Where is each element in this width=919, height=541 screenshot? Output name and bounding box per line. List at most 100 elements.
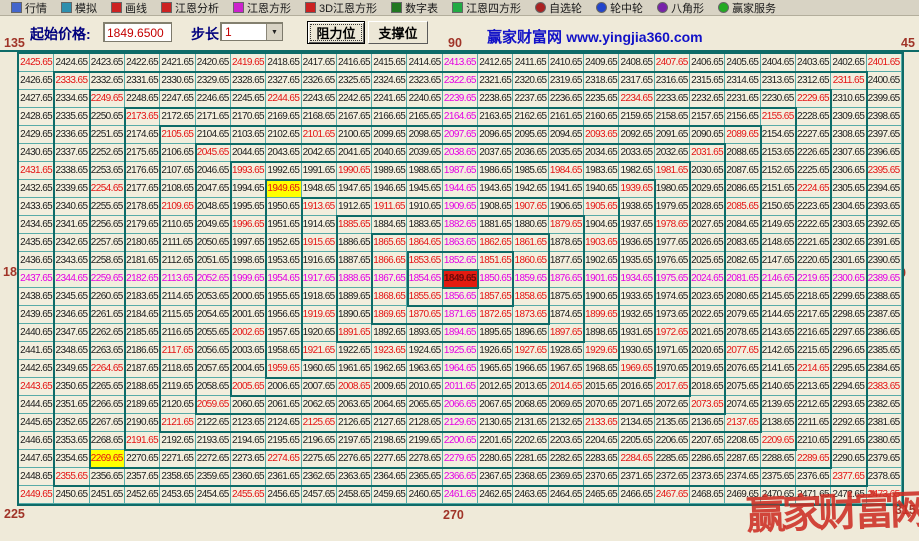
grid-cell[interactable]: 1916.65 bbox=[302, 252, 337, 270]
grid-cell[interactable]: 2016.65 bbox=[619, 378, 654, 396]
grid-cell[interactable]: 2187.65 bbox=[125, 360, 160, 378]
grid-cell[interactable]: 2366.65 bbox=[443, 468, 478, 486]
grid-cell[interactable]: 2332.65 bbox=[90, 72, 125, 90]
grid-cell[interactable]: 2105.65 bbox=[160, 126, 195, 144]
grid-cell[interactable]: 2009.65 bbox=[372, 378, 407, 396]
grid-cell[interactable]: 1856.65 bbox=[443, 288, 478, 306]
grid-cell[interactable]: 1985.65 bbox=[513, 162, 548, 180]
grid-cell[interactable]: 2307.65 bbox=[831, 144, 866, 162]
highlighted-price-cell[interactable]: 1949.65 bbox=[266, 180, 301, 198]
grid-cell[interactable]: 2028.65 bbox=[690, 198, 725, 216]
grid-cell[interactable]: 1940.65 bbox=[584, 180, 619, 198]
grid-cell[interactable]: 2454.65 bbox=[196, 486, 231, 504]
grid-cell[interactable]: 2165.65 bbox=[407, 108, 442, 126]
grid-cell[interactable]: 2246.65 bbox=[196, 90, 231, 108]
grid-cell[interactable]: 1956.65 bbox=[266, 306, 301, 324]
grid-cell[interactable]: 2304.65 bbox=[831, 198, 866, 216]
grid-cell[interactable]: 2391.65 bbox=[867, 234, 902, 252]
grid-cell[interactable]: 2279.65 bbox=[443, 450, 478, 468]
grid-cell[interactable]: 2130.65 bbox=[478, 414, 513, 432]
gann-center-cell[interactable]: 1849.65 bbox=[443, 270, 478, 288]
grid-cell[interactable]: 2458.65 bbox=[337, 486, 372, 504]
grid-cell[interactable]: 2164.65 bbox=[443, 108, 478, 126]
grid-cell[interactable]: 2339.65 bbox=[54, 180, 89, 198]
grid-cell[interactable]: 2236.65 bbox=[549, 90, 584, 108]
grid-cell[interactable]: 2068.65 bbox=[513, 396, 548, 414]
grid-cell[interactable]: 2432.65 bbox=[19, 180, 54, 198]
grid-cell[interactable]: 2450.65 bbox=[54, 486, 89, 504]
grid-cell[interactable]: 2398.65 bbox=[867, 108, 902, 126]
grid-cell[interactable]: 1960.65 bbox=[302, 360, 337, 378]
grid-cell[interactable]: 2364.65 bbox=[372, 468, 407, 486]
grid-cell[interactable]: 2405.65 bbox=[725, 54, 760, 72]
grid-cell[interactable]: 1971.65 bbox=[655, 342, 690, 360]
grid-cell[interactable]: 2202.65 bbox=[513, 432, 548, 450]
grid-cell[interactable]: 2192.65 bbox=[160, 432, 195, 450]
grid-cell[interactable]: 2010.65 bbox=[407, 378, 442, 396]
grid-cell[interactable]: 2183.65 bbox=[125, 288, 160, 306]
grid-cell[interactable]: 2166.65 bbox=[372, 108, 407, 126]
grid-cell[interactable]: 2327.65 bbox=[266, 72, 301, 90]
start-price-input[interactable] bbox=[103, 22, 172, 42]
grid-cell[interactable]: 2467.65 bbox=[655, 486, 690, 504]
grid-cell[interactable]: 2451.65 bbox=[90, 486, 125, 504]
grid-cell[interactable]: 1976.65 bbox=[655, 252, 690, 270]
grid-cell[interactable]: 1953.65 bbox=[266, 252, 301, 270]
grid-cell[interactable]: 2090.65 bbox=[690, 126, 725, 144]
grid-cell[interactable]: 2065.65 bbox=[407, 396, 442, 414]
grid-cell[interactable]: 1872.65 bbox=[478, 306, 513, 324]
grid-cell[interactable]: 1895.65 bbox=[478, 324, 513, 342]
grid-cell[interactable]: 2108.65 bbox=[160, 180, 195, 198]
grid-cell[interactable]: 2126.65 bbox=[337, 414, 372, 432]
grid-cell[interactable]: 2358.65 bbox=[160, 468, 195, 486]
grid-cell[interactable]: 1866.65 bbox=[372, 252, 407, 270]
grid-cell[interactable]: 2094.65 bbox=[549, 126, 584, 144]
toolbar-item-gann-quad[interactable]: 江恩四方形 bbox=[445, 0, 528, 16]
grid-cell[interactable]: 2306.65 bbox=[831, 162, 866, 180]
grid-cell[interactable]: 1910.65 bbox=[407, 198, 442, 216]
grid-cell[interactable]: 2283.65 bbox=[584, 450, 619, 468]
grid-cell[interactable]: 2024.65 bbox=[690, 270, 725, 288]
grid-cell[interactable]: 2088.65 bbox=[725, 144, 760, 162]
grid-cell[interactable]: 2122.65 bbox=[196, 414, 231, 432]
grid-cell[interactable]: 2415.65 bbox=[372, 54, 407, 72]
grid-cell[interactable]: 2152.65 bbox=[761, 162, 796, 180]
grid-cell[interactable]: 2368.65 bbox=[513, 468, 548, 486]
grid-cell[interactable]: 1896.65 bbox=[513, 324, 548, 342]
grid-cell[interactable]: 1958.65 bbox=[266, 342, 301, 360]
grid-cell[interactable]: 1854.65 bbox=[407, 270, 442, 288]
grid-cell[interactable]: 2284.65 bbox=[619, 450, 654, 468]
grid-cell[interactable]: 2274.65 bbox=[266, 450, 301, 468]
grid-cell[interactable]: 2175.65 bbox=[125, 144, 160, 162]
grid-cell[interactable]: 2466.65 bbox=[619, 486, 654, 504]
grid-cell[interactable]: 2239.65 bbox=[443, 90, 478, 108]
grid-cell[interactable]: 2257.65 bbox=[90, 234, 125, 252]
grid-cell[interactable]: 2260.65 bbox=[90, 288, 125, 306]
grid-cell[interactable]: 1974.65 bbox=[655, 288, 690, 306]
grid-cell[interactable]: 2425.65 bbox=[19, 54, 54, 72]
grid-cell[interactable]: 2281.65 bbox=[513, 450, 548, 468]
grid-cell[interactable]: 2401.65 bbox=[867, 54, 902, 72]
grid-cell[interactable]: 1928.65 bbox=[549, 342, 584, 360]
grid-cell[interactable]: 2436.65 bbox=[19, 252, 54, 270]
grid-cell[interactable]: 2403.65 bbox=[796, 54, 831, 72]
grid-cell[interactable]: 1879.65 bbox=[549, 216, 584, 234]
grid-cell[interactable]: 1917.65 bbox=[302, 270, 337, 288]
grid-cell[interactable]: 1925.65 bbox=[443, 342, 478, 360]
grid-cell[interactable]: 2275.65 bbox=[302, 450, 337, 468]
grid-cell[interactable]: 2142.65 bbox=[761, 342, 796, 360]
grid-cell[interactable]: 1923.65 bbox=[372, 342, 407, 360]
grid-cell[interactable]: 2414.65 bbox=[407, 54, 442, 72]
grid-cell[interactable]: 2234.65 bbox=[619, 90, 654, 108]
grid-cell[interactable]: 2300.65 bbox=[831, 270, 866, 288]
grid-cell[interactable]: 1912.65 bbox=[337, 198, 372, 216]
grid-cell[interactable]: 1886.65 bbox=[337, 234, 372, 252]
grid-cell[interactable]: 1865.65 bbox=[372, 234, 407, 252]
grid-cell[interactable]: 2080.65 bbox=[725, 288, 760, 306]
grid-cell[interactable]: 2342.65 bbox=[54, 234, 89, 252]
grid-cell[interactable]: 1944.65 bbox=[443, 180, 478, 198]
grid-cell[interactable]: 2225.65 bbox=[796, 162, 831, 180]
grid-cell[interactable]: 2441.65 bbox=[19, 342, 54, 360]
grid-cell[interactable]: 2316.65 bbox=[655, 72, 690, 90]
grid-cell[interactable]: 1921.65 bbox=[302, 342, 337, 360]
